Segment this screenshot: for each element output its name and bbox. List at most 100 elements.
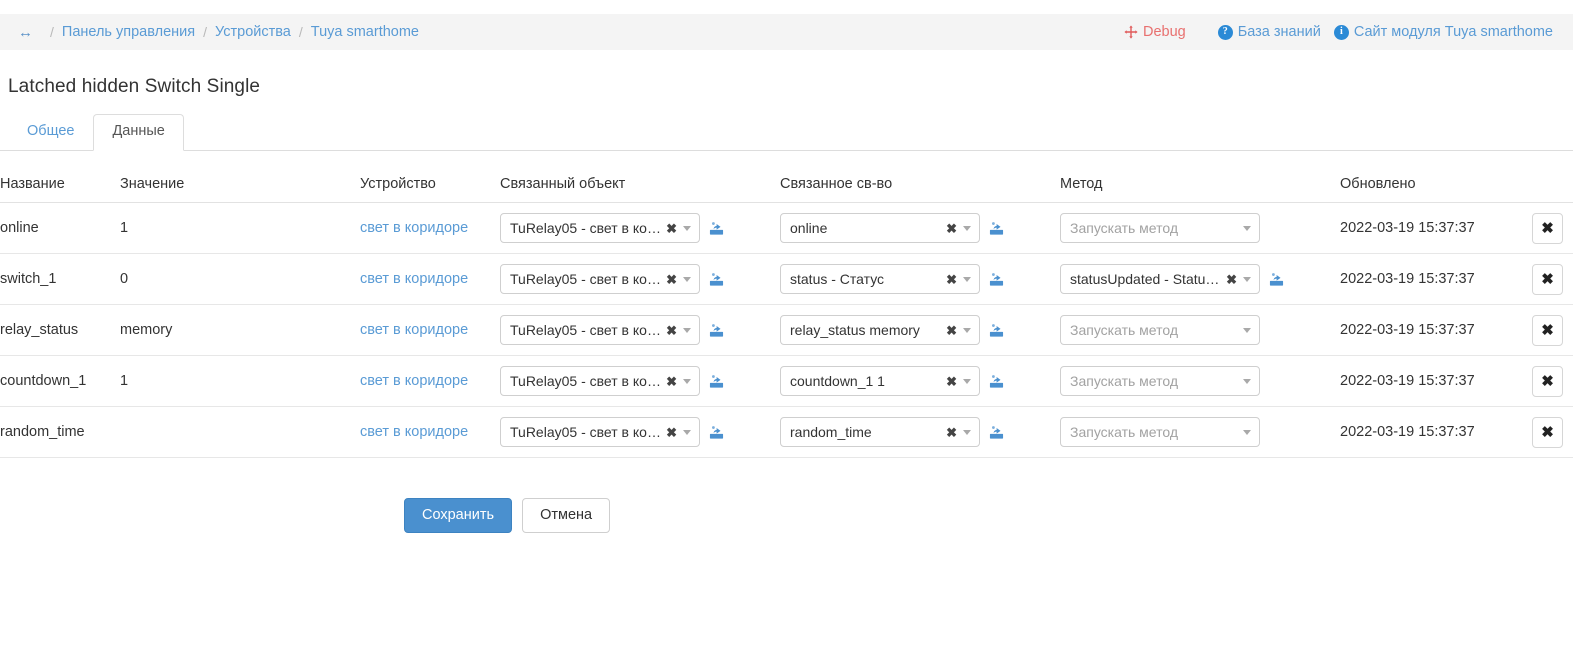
open-linked-item-icon[interactable]: [1269, 272, 1284, 287]
question-circle-icon: ?: [1218, 25, 1233, 40]
clear-icon[interactable]: ✖: [946, 324, 957, 337]
delete-row-button[interactable]: ✖: [1532, 417, 1563, 448]
device-link[interactable]: свет в коридоре: [360, 322, 468, 338]
device-link[interactable]: свет в коридоре: [360, 373, 468, 389]
cell-linked-object: TuRelay05 - свет в кор…✖: [500, 254, 780, 305]
prop-select[interactable]: countdown_1 1✖: [780, 366, 980, 396]
chevron-down-icon[interactable]: [683, 379, 691, 384]
chevron-down-icon[interactable]: [963, 226, 971, 231]
obj-control: TuRelay05 - свет в кор…✖: [500, 213, 772, 243]
obj-select[interactable]: TuRelay05 - свет в кор…✖: [500, 264, 700, 294]
prop-select[interactable]: relay_status memory✖: [780, 315, 980, 345]
column-header-actions: [1530, 172, 1573, 203]
tab-general[interactable]: Общее: [8, 114, 93, 151]
open-linked-item-icon[interactable]: [989, 425, 1004, 440]
clear-icon[interactable]: ✖: [946, 426, 957, 439]
tab-data[interactable]: Данные: [93, 114, 183, 151]
obj-select[interactable]: TuRelay05 - свет в кор…✖: [500, 417, 700, 447]
open-linked-item-icon[interactable]: [709, 425, 724, 440]
open-linked-item-icon[interactable]: [989, 374, 1004, 389]
cancel-button[interactable]: Отмена: [522, 498, 610, 533]
breadcrumb-item-tuya-smarthome[interactable]: Tuya smarthome: [311, 24, 419, 40]
method-select[interactable]: Запускать метод: [1060, 366, 1260, 396]
cell-linked-object: TuRelay05 - свет в кор…✖: [500, 305, 780, 356]
open-linked-item-icon[interactable]: [989, 221, 1004, 236]
cell-linked-property: countdown_1 1✖: [780, 356, 1060, 407]
clear-icon[interactable]: ✖: [666, 222, 677, 235]
knowledge-base-link[interactable]: ? База знаний: [1218, 24, 1321, 40]
clear-icon[interactable]: ✖: [946, 375, 957, 388]
breadcrumb-item-devices[interactable]: Устройства: [215, 24, 291, 40]
device-link[interactable]: свет в коридоре: [360, 271, 468, 287]
chevron-down-icon[interactable]: [683, 430, 691, 435]
cell-name: relay_status: [0, 305, 120, 356]
method-select[interactable]: statusUpdated - Status …✖: [1060, 264, 1260, 294]
method-select[interactable]: Запускать метод: [1060, 315, 1260, 345]
updated-timestamp: 2022-03-19 15:37:37: [1340, 424, 1475, 440]
chevron-down-icon[interactable]: [963, 277, 971, 282]
clear-icon[interactable]: ✖: [946, 273, 957, 286]
breadcrumb-separator: /: [299, 24, 303, 40]
chevron-down-icon[interactable]: [963, 430, 971, 435]
open-linked-item-icon[interactable]: [989, 323, 1004, 338]
clear-icon[interactable]: ✖: [1226, 273, 1237, 286]
chevron-down-icon[interactable]: [1243, 328, 1251, 333]
method-select[interactable]: Запускать метод: [1060, 213, 1260, 243]
obj-select[interactable]: TuRelay05 - свет в кор…✖: [500, 315, 700, 345]
cell-linked-object: TuRelay05 - свет в кор…✖: [500, 407, 780, 458]
chevron-down-icon[interactable]: [1243, 277, 1251, 282]
open-linked-item-icon[interactable]: [709, 374, 724, 389]
delete-row-button[interactable]: ✖: [1532, 315, 1563, 346]
clear-icon[interactable]: ✖: [666, 375, 677, 388]
breadcrumb-item-dashboard[interactable]: Панель управления: [62, 24, 195, 40]
chevron-down-icon[interactable]: [1243, 379, 1251, 384]
arrows-horizontal-icon[interactable]: ↔: [18, 25, 33, 40]
knowledge-base-label: База знаний: [1238, 24, 1321, 40]
chevron-down-icon[interactable]: [1243, 226, 1251, 231]
prop-select[interactable]: online✖: [780, 213, 980, 243]
clear-icon[interactable]: ✖: [666, 426, 677, 439]
save-button[interactable]: Сохранить: [404, 498, 512, 533]
chevron-down-icon[interactable]: [683, 277, 691, 282]
chevron-down-icon[interactable]: [1243, 430, 1251, 435]
table-row: countdown_11свет в коридореTuRelay05 - с…: [0, 356, 1573, 407]
clear-icon[interactable]: ✖: [946, 222, 957, 235]
chevron-down-icon[interactable]: [963, 379, 971, 384]
debug-link[interactable]: Debug: [1124, 24, 1186, 40]
breadcrumb: ↔ / Панель управления / Устройства / Tuy…: [0, 24, 419, 40]
delete-row-button[interactable]: ✖: [1532, 213, 1563, 244]
obj-control: TuRelay05 - свет в кор…✖: [500, 366, 772, 396]
breadcrumb-separator: /: [203, 24, 207, 40]
prop-select[interactable]: random_time✖: [780, 417, 980, 447]
prop-control: online✖: [780, 213, 1052, 243]
cell-updated: 2022-03-19 15:37:37: [1340, 356, 1530, 407]
chevron-down-icon[interactable]: [963, 328, 971, 333]
open-linked-item-icon[interactable]: [709, 221, 724, 236]
prop-control: countdown_1 1✖: [780, 366, 1052, 396]
chevron-down-icon[interactable]: [683, 226, 691, 231]
method-select-text: Запускать метод: [1070, 220, 1243, 236]
clear-icon[interactable]: ✖: [666, 324, 677, 337]
open-linked-item-icon[interactable]: [709, 323, 724, 338]
prop-control: relay_status memory✖: [780, 315, 1052, 345]
method-control: Запускать метод: [1060, 366, 1332, 396]
column-header-value: Значение: [120, 172, 355, 203]
clear-icon[interactable]: ✖: [666, 273, 677, 286]
device-link[interactable]: свет в коридоре: [360, 424, 468, 440]
device-link[interactable]: свет в коридоре: [360, 220, 468, 236]
method-control: Запускать метод: [1060, 213, 1332, 243]
delete-row-button[interactable]: ✖: [1532, 366, 1563, 397]
updated-timestamp: 2022-03-19 15:37:37: [1340, 322, 1475, 338]
prop-select[interactable]: status - Статус✖: [780, 264, 980, 294]
chevron-down-icon[interactable]: [683, 328, 691, 333]
open-linked-item-icon[interactable]: [989, 272, 1004, 287]
header-links: Debug ? База знаний i Сайт модуля Tuya s…: [1124, 24, 1573, 40]
obj-select-text: TuRelay05 - свет в кор…: [510, 271, 663, 287]
obj-select[interactable]: TuRelay05 - свет в кор…✖: [500, 366, 700, 396]
obj-select[interactable]: TuRelay05 - свет в кор…✖: [500, 213, 700, 243]
module-site-link[interactable]: i Сайт модуля Tuya smarthome: [1334, 24, 1553, 40]
method-select[interactable]: Запускать метод: [1060, 417, 1260, 447]
open-linked-item-icon[interactable]: [709, 272, 724, 287]
cell-linked-object: TuRelay05 - свет в кор…✖: [500, 203, 780, 254]
delete-row-button[interactable]: ✖: [1532, 264, 1563, 295]
